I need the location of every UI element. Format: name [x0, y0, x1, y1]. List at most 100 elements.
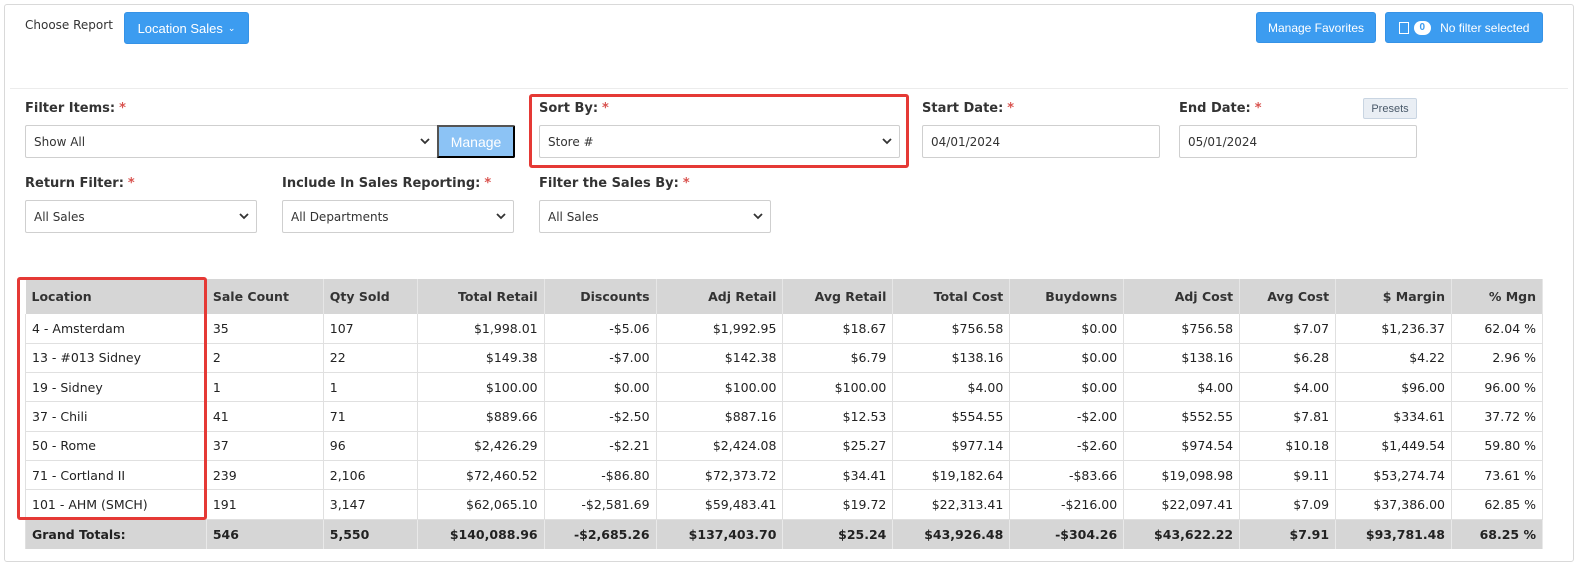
- chevron-down-icon: ⌄: [227, 22, 236, 33]
- table-cell: $72,373.72: [656, 460, 784, 491]
- table-cell: $554.55: [892, 401, 1011, 432]
- table-cell: $37,386.00: [1335, 489, 1452, 520]
- chevron-down-icon: [420, 138, 430, 145]
- table-cell: 5,550: [323, 519, 418, 550]
- table-cell: $34.41: [782, 460, 894, 491]
- table-cell: $53,274.74: [1335, 460, 1452, 491]
- table-cell: $1,236.37: [1335, 314, 1452, 344]
- end-date-label: End Date: *: [1179, 101, 1262, 116]
- table-cell: 3,147: [323, 489, 418, 520]
- column-header[interactable]: Avg Cost: [1239, 279, 1337, 314]
- table-cell: -$2.00: [1009, 401, 1125, 432]
- required-mark: *: [119, 101, 126, 116]
- table-cell: $887.16: [656, 401, 784, 432]
- table-cell: 41: [206, 401, 324, 432]
- column-header[interactable]: Avg Retail: [782, 279, 894, 314]
- table-row: 19 - Sidney 1 1 $100.00 $0.00 $100.00 $100.00 $…: [25, 372, 1544, 403]
- table-cell: $137,403.70: [656, 519, 784, 550]
- column-header[interactable]: Buydowns: [1009, 279, 1125, 314]
- table-cell: $7.09: [1239, 489, 1337, 520]
- table-cell: -$2.50: [544, 401, 657, 432]
- table-cell: $43,926.48: [892, 519, 1011, 550]
- date-presets-button[interactable]: Presets: [1363, 98, 1417, 119]
- table-row: 50 - Rome 37 96 $2,426.29 -$2.21 $2,424.08 $25…: [25, 431, 1544, 461]
- table-cell: 73.61 %: [1451, 460, 1544, 491]
- table-cell: -$216.00: [1009, 489, 1125, 520]
- header-divider: [10, 88, 1568, 89]
- include-in-sales-select[interactable]: All Departments: [282, 200, 514, 233]
- table-cell: -$86.80: [544, 460, 657, 491]
- table-cell: $25.24: [782, 519, 894, 550]
- table-cell: $889.66: [417, 401, 545, 432]
- chevron-down-icon: [753, 213, 763, 220]
- table-cell: $12.53: [782, 401, 894, 432]
- table-cell: 107: [323, 314, 418, 344]
- end-date-input[interactable]: 05/01/2024: [1179, 125, 1417, 158]
- building-icon: [1398, 21, 1409, 34]
- chevron-down-icon: [239, 213, 249, 220]
- table-cell: 37.72 %: [1451, 401, 1544, 432]
- table-cell: 96: [323, 431, 418, 461]
- column-header[interactable]: Adj Retail: [656, 279, 784, 314]
- table-cell: 191: [206, 489, 324, 520]
- column-header[interactable]: % Mgn: [1451, 279, 1544, 314]
- table-cell: $138.16: [892, 343, 1011, 374]
- table-cell: 62.85 %: [1451, 489, 1544, 520]
- required-mark: *: [682, 176, 690, 191]
- column-header[interactable]: Sale Count: [206, 279, 324, 314]
- include-in-sales-label: Include In Sales Reporting: *: [282, 176, 492, 191]
- table-cell: $43,622.22: [1123, 519, 1241, 550]
- table-cell: 96.00 %: [1451, 372, 1544, 403]
- column-header[interactable]: Discounts: [544, 279, 657, 314]
- return-filter-select[interactable]: All Sales: [25, 200, 257, 233]
- filter-selection-button[interactable]: 0 No filter selected: [1385, 12, 1543, 43]
- table-cell: $4.00: [1123, 372, 1241, 403]
- table-cell: $2,424.08: [656, 431, 784, 461]
- table-cell: $100.00: [656, 372, 784, 403]
- grand-totals-label: Grand Totals:: [25, 519, 207, 550]
- column-header[interactable]: Total Retail: [417, 279, 545, 314]
- table-cell: 2.96 %: [1451, 343, 1544, 374]
- column-header[interactable]: $ Margin: [1335, 279, 1452, 314]
- filter-sales-by-select[interactable]: All Sales: [539, 200, 771, 233]
- table-cell: $22,313.41: [892, 489, 1011, 520]
- start-date-input[interactable]: 04/01/2024: [922, 125, 1160, 158]
- table-row: 71 - Cortland II 239 2,106 $72,460.52 -$86.8…: [25, 460, 1544, 491]
- table-cell: $59,483.41: [656, 489, 784, 520]
- choose-report-label: Choose Report: [25, 18, 113, 32]
- table-cell: 62.04 %: [1451, 314, 1544, 344]
- return-filter-label: Return Filter: *: [25, 176, 135, 191]
- table-row: 4 - Amsterdam 35 107 $1,998.01 -$5.06 $1,992.…: [25, 314, 1544, 344]
- table-cell: $4.00: [892, 372, 1011, 403]
- table-cell: $974.54: [1123, 431, 1241, 461]
- column-header[interactable]: Adj Cost: [1123, 279, 1241, 314]
- table-cell: 2: [206, 343, 324, 374]
- table-row: 13 - #013 Sidney 2 22 $149.38 -$7.00 $142.38 $…: [25, 343, 1544, 374]
- table-cell: 37: [206, 431, 324, 461]
- manage-favorites-button[interactable]: Manage Favorites: [1256, 12, 1376, 43]
- column-header[interactable]: Qty Sold: [323, 279, 418, 314]
- report-select-button[interactable]: Location Sales ⌄: [124, 12, 249, 44]
- table-cell: $10.18: [1239, 431, 1337, 461]
- manage-filter-items-button[interactable]: Manage: [437, 125, 515, 158]
- table-cell: $0.00: [1009, 314, 1125, 344]
- chevron-down-icon: [496, 213, 506, 220]
- table-cell: $22,097.41: [1123, 489, 1241, 520]
- table-cell: -$304.26: [1009, 519, 1125, 550]
- table-cell: $4.00: [1239, 372, 1337, 403]
- filter-sales-by-label: Filter the Sales By: *: [539, 176, 690, 191]
- table-cell: $0.00: [1009, 343, 1125, 374]
- table-cell: 22: [323, 343, 418, 374]
- table-cell: $1,449.54: [1335, 431, 1452, 461]
- table-cell: $0.00: [544, 372, 657, 403]
- table-cell: $7.07: [1239, 314, 1337, 344]
- table-cell: -$5.06: [544, 314, 657, 344]
- column-header[interactable]: Total Cost: [892, 279, 1011, 314]
- table-cell: $62,065.10: [417, 489, 545, 520]
- location-column-highlight: [17, 277, 207, 520]
- table-cell: -$2,685.26: [544, 519, 657, 550]
- required-mark: *: [1007, 101, 1015, 116]
- table-cell: 68.25 %: [1451, 519, 1544, 550]
- filter-items-select[interactable]: Show All: [25, 125, 438, 158]
- table-cell: $100.00: [417, 372, 545, 403]
